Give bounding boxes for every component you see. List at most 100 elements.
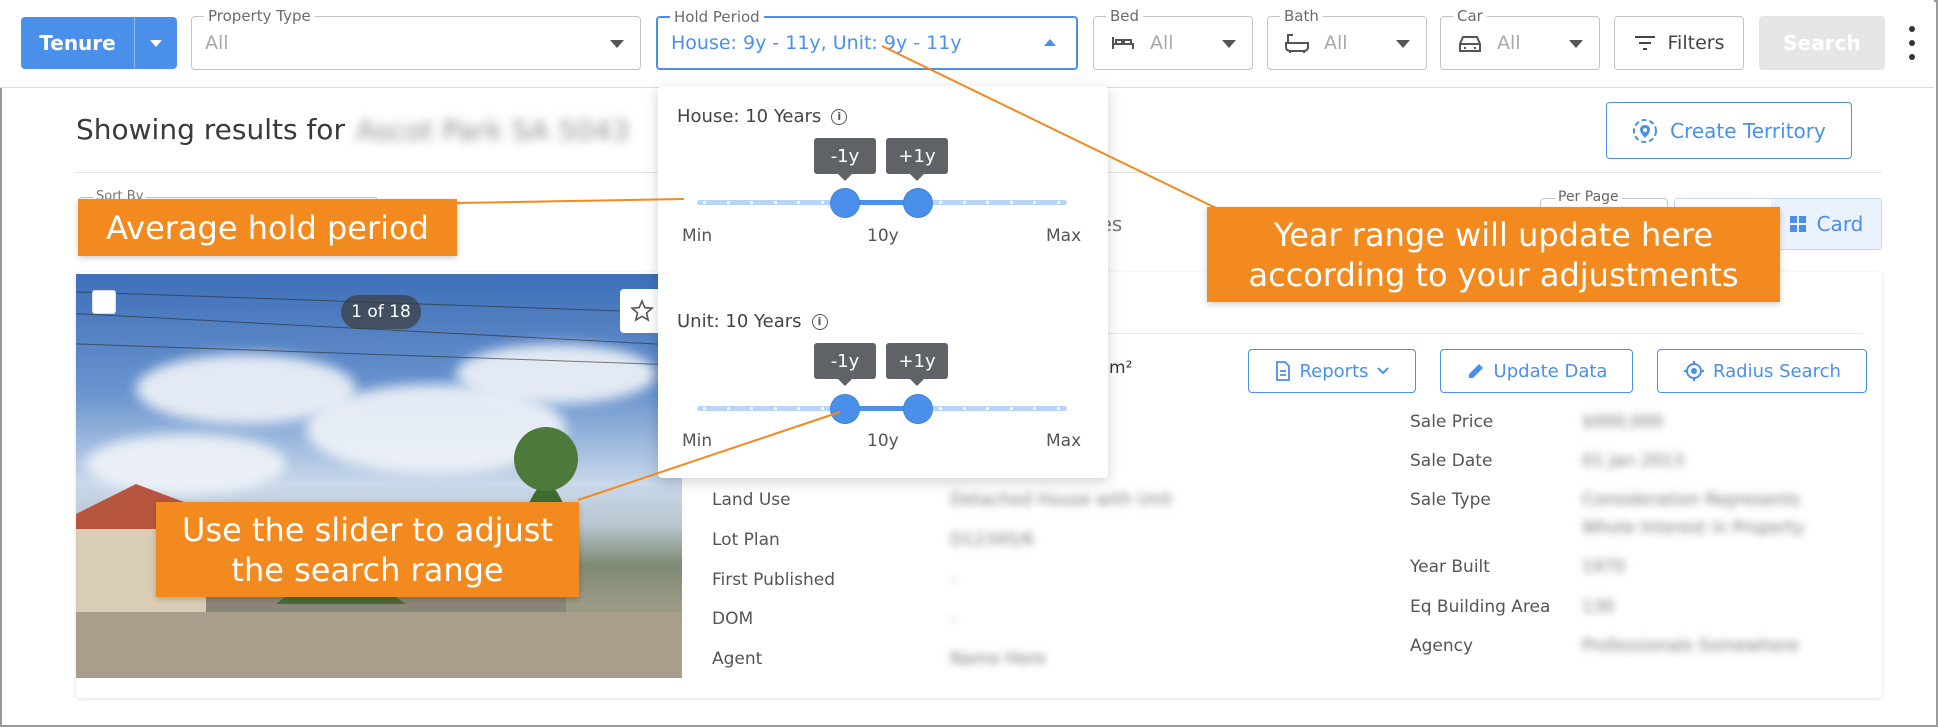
info-icon[interactable]: i <box>811 313 828 330</box>
attr-value-sale-price: $000,000 <box>1582 412 1664 432</box>
results-location: Ascot Park SA 5043 <box>356 114 630 147</box>
attr-value-sale-type: Consideration Represents <box>1582 490 1801 510</box>
more-options-icon[interactable] <box>1905 26 1919 60</box>
attr-label-agency: Agency <box>1410 636 1474 656</box>
slider-tick <box>962 201 966 204</box>
bath-legend: Bath <box>1280 7 1323 25</box>
slider-tick <box>773 201 777 204</box>
attr-value-first-published: - <box>950 570 957 590</box>
chevron-down-icon <box>1569 40 1583 48</box>
attr-label-sale-date: Sale Date <box>1410 451 1493 471</box>
filters-label: Filters <box>1667 32 1725 54</box>
attr-value-year-built: 1970 <box>1582 557 1626 577</box>
bath-select[interactable]: Bath All <box>1267 7 1427 70</box>
chevron-down-icon <box>150 39 162 47</box>
attr-label-first-published: First Published <box>712 570 836 590</box>
filter-lines-icon <box>1634 36 1655 50</box>
attr-label-year-built: Year Built <box>1410 557 1490 577</box>
slider-tick <box>1033 407 1037 410</box>
results-title: Showing results for <box>76 113 345 146</box>
photo-counter: 1 of 18 <box>341 295 421 329</box>
attr-value-lot-plan: D12345/6 <box>950 530 1034 550</box>
property-type-select[interactable]: Property Type All <box>191 7 641 70</box>
search-button[interactable]: Search <box>1759 16 1885 70</box>
attr-value-agency: Professionals Somewhere <box>1582 636 1799 656</box>
radius-search-button[interactable]: Radius Search <box>1657 349 1867 393</box>
property-photo[interactable] <box>76 274 682 678</box>
slider-tick <box>773 407 777 410</box>
map-pin-icon <box>1633 118 1658 143</box>
chevron-down-icon <box>610 40 624 48</box>
document-icon <box>1276 361 1291 381</box>
car-icon <box>1459 36 1481 52</box>
unit-slider-mid-label: 10y <box>867 431 899 451</box>
attr-label-dom: DOM <box>712 609 754 629</box>
slider-tick <box>703 407 706 410</box>
house-slider-mid-label: 10y <box>867 226 899 246</box>
slider-tick <box>1057 201 1060 204</box>
tenure-button[interactable]: Tenure <box>21 17 134 69</box>
unit-slider-max-label: Max <box>1046 431 1082 451</box>
bath-value: All <box>1324 32 1348 54</box>
attr-value-land-use: Detached House with Unit <box>950 490 1173 510</box>
info-icon[interactable]: i <box>831 108 848 125</box>
slider-tick <box>703 201 706 204</box>
card-view-label: Card <box>1816 212 1864 236</box>
house-slider-max-label: Max <box>1046 226 1082 246</box>
card-view-button[interactable]: Card <box>1771 199 1881 249</box>
slider-tick <box>750 407 754 410</box>
slider-tick <box>939 201 942 204</box>
attr-label-sale-price: Sale Price <box>1410 412 1494 432</box>
bed-value: All <box>1150 32 1174 54</box>
unit-plus-tooltip: +1y <box>886 343 948 386</box>
unit-slider-title: Unit: 10 Years i <box>677 311 828 332</box>
unit-slider-min-label: Min <box>682 431 713 451</box>
slider-tick <box>986 201 990 204</box>
house-minus-tooltip: -1y <box>814 138 876 181</box>
update-data-button[interactable]: Update Data <box>1440 349 1633 393</box>
bed-legend: Bed <box>1106 7 1144 25</box>
chevron-down-icon <box>1396 40 1410 48</box>
slider-tick <box>1057 407 1060 410</box>
reports-button[interactable]: Reports <box>1248 349 1416 393</box>
attr-label-land-use: Land Use <box>712 490 791 510</box>
house-slider-label: House: 10 Years <box>677 106 822 127</box>
unit-slider-min-handle[interactable] <box>831 395 859 423</box>
property-type-legend: Property Type <box>204 7 315 25</box>
pencil-icon <box>1468 364 1483 378</box>
callout-year-range: Year range will update here according to… <box>1207 207 1780 302</box>
slider-tick <box>726 407 730 410</box>
hold-period-value: House: 9y - 11y, Unit: 9y - 11y <box>671 32 962 54</box>
house-slider-max-handle[interactable] <box>904 189 932 217</box>
filters-button[interactable]: Filters <box>1614 16 1744 70</box>
car-legend: Car <box>1453 7 1487 25</box>
car-select[interactable]: Car All <box>1440 7 1600 70</box>
unit-slider-max-handle[interactable] <box>904 395 932 423</box>
card-divider <box>1082 333 1862 334</box>
attr-value-sale-date: 01 Jan 2013 <box>1582 451 1684 471</box>
create-territory-button[interactable]: Create Territory <box>1606 102 1852 159</box>
attr-value-sale-type-line2: Whole Interest in Property <box>1582 518 1805 538</box>
bath-icon <box>1285 34 1309 53</box>
house-slider-min-handle[interactable] <box>831 189 859 217</box>
chevron-down-icon <box>1376 367 1389 375</box>
callout-use-slider: Use the slider to adjust the search rang… <box>156 502 579 597</box>
tenure-split-button[interactable]: Tenure <box>21 17 177 69</box>
select-property-checkbox[interactable] <box>92 290 116 314</box>
bed-select[interactable]: Bed All <box>1093 7 1253 70</box>
slider-tick <box>1009 407 1013 410</box>
hold-period-select[interactable]: Hold Period House: 9y - 11y, Unit: 9y - … <box>656 8 1078 70</box>
slider-tick <box>821 201 824 204</box>
house-plus-tooltip: +1y <box>886 138 948 181</box>
callout-average-hold: Average hold period <box>78 199 457 256</box>
tenure-dropdown-toggle[interactable] <box>134 17 177 69</box>
attr-label-sale-type: Sale Type <box>1410 490 1491 510</box>
per-page-legend: Per Page <box>1555 189 1622 205</box>
slider-tick <box>939 407 942 410</box>
attr-label-eq-building-area: Eq Building Area <box>1410 597 1551 617</box>
slider-tick <box>986 407 990 410</box>
car-value: All <box>1497 32 1521 54</box>
radius-search-label: Radius Search <box>1713 360 1841 382</box>
unit-minus-tooltip: -1y <box>814 343 876 386</box>
slider-tick <box>797 201 801 204</box>
